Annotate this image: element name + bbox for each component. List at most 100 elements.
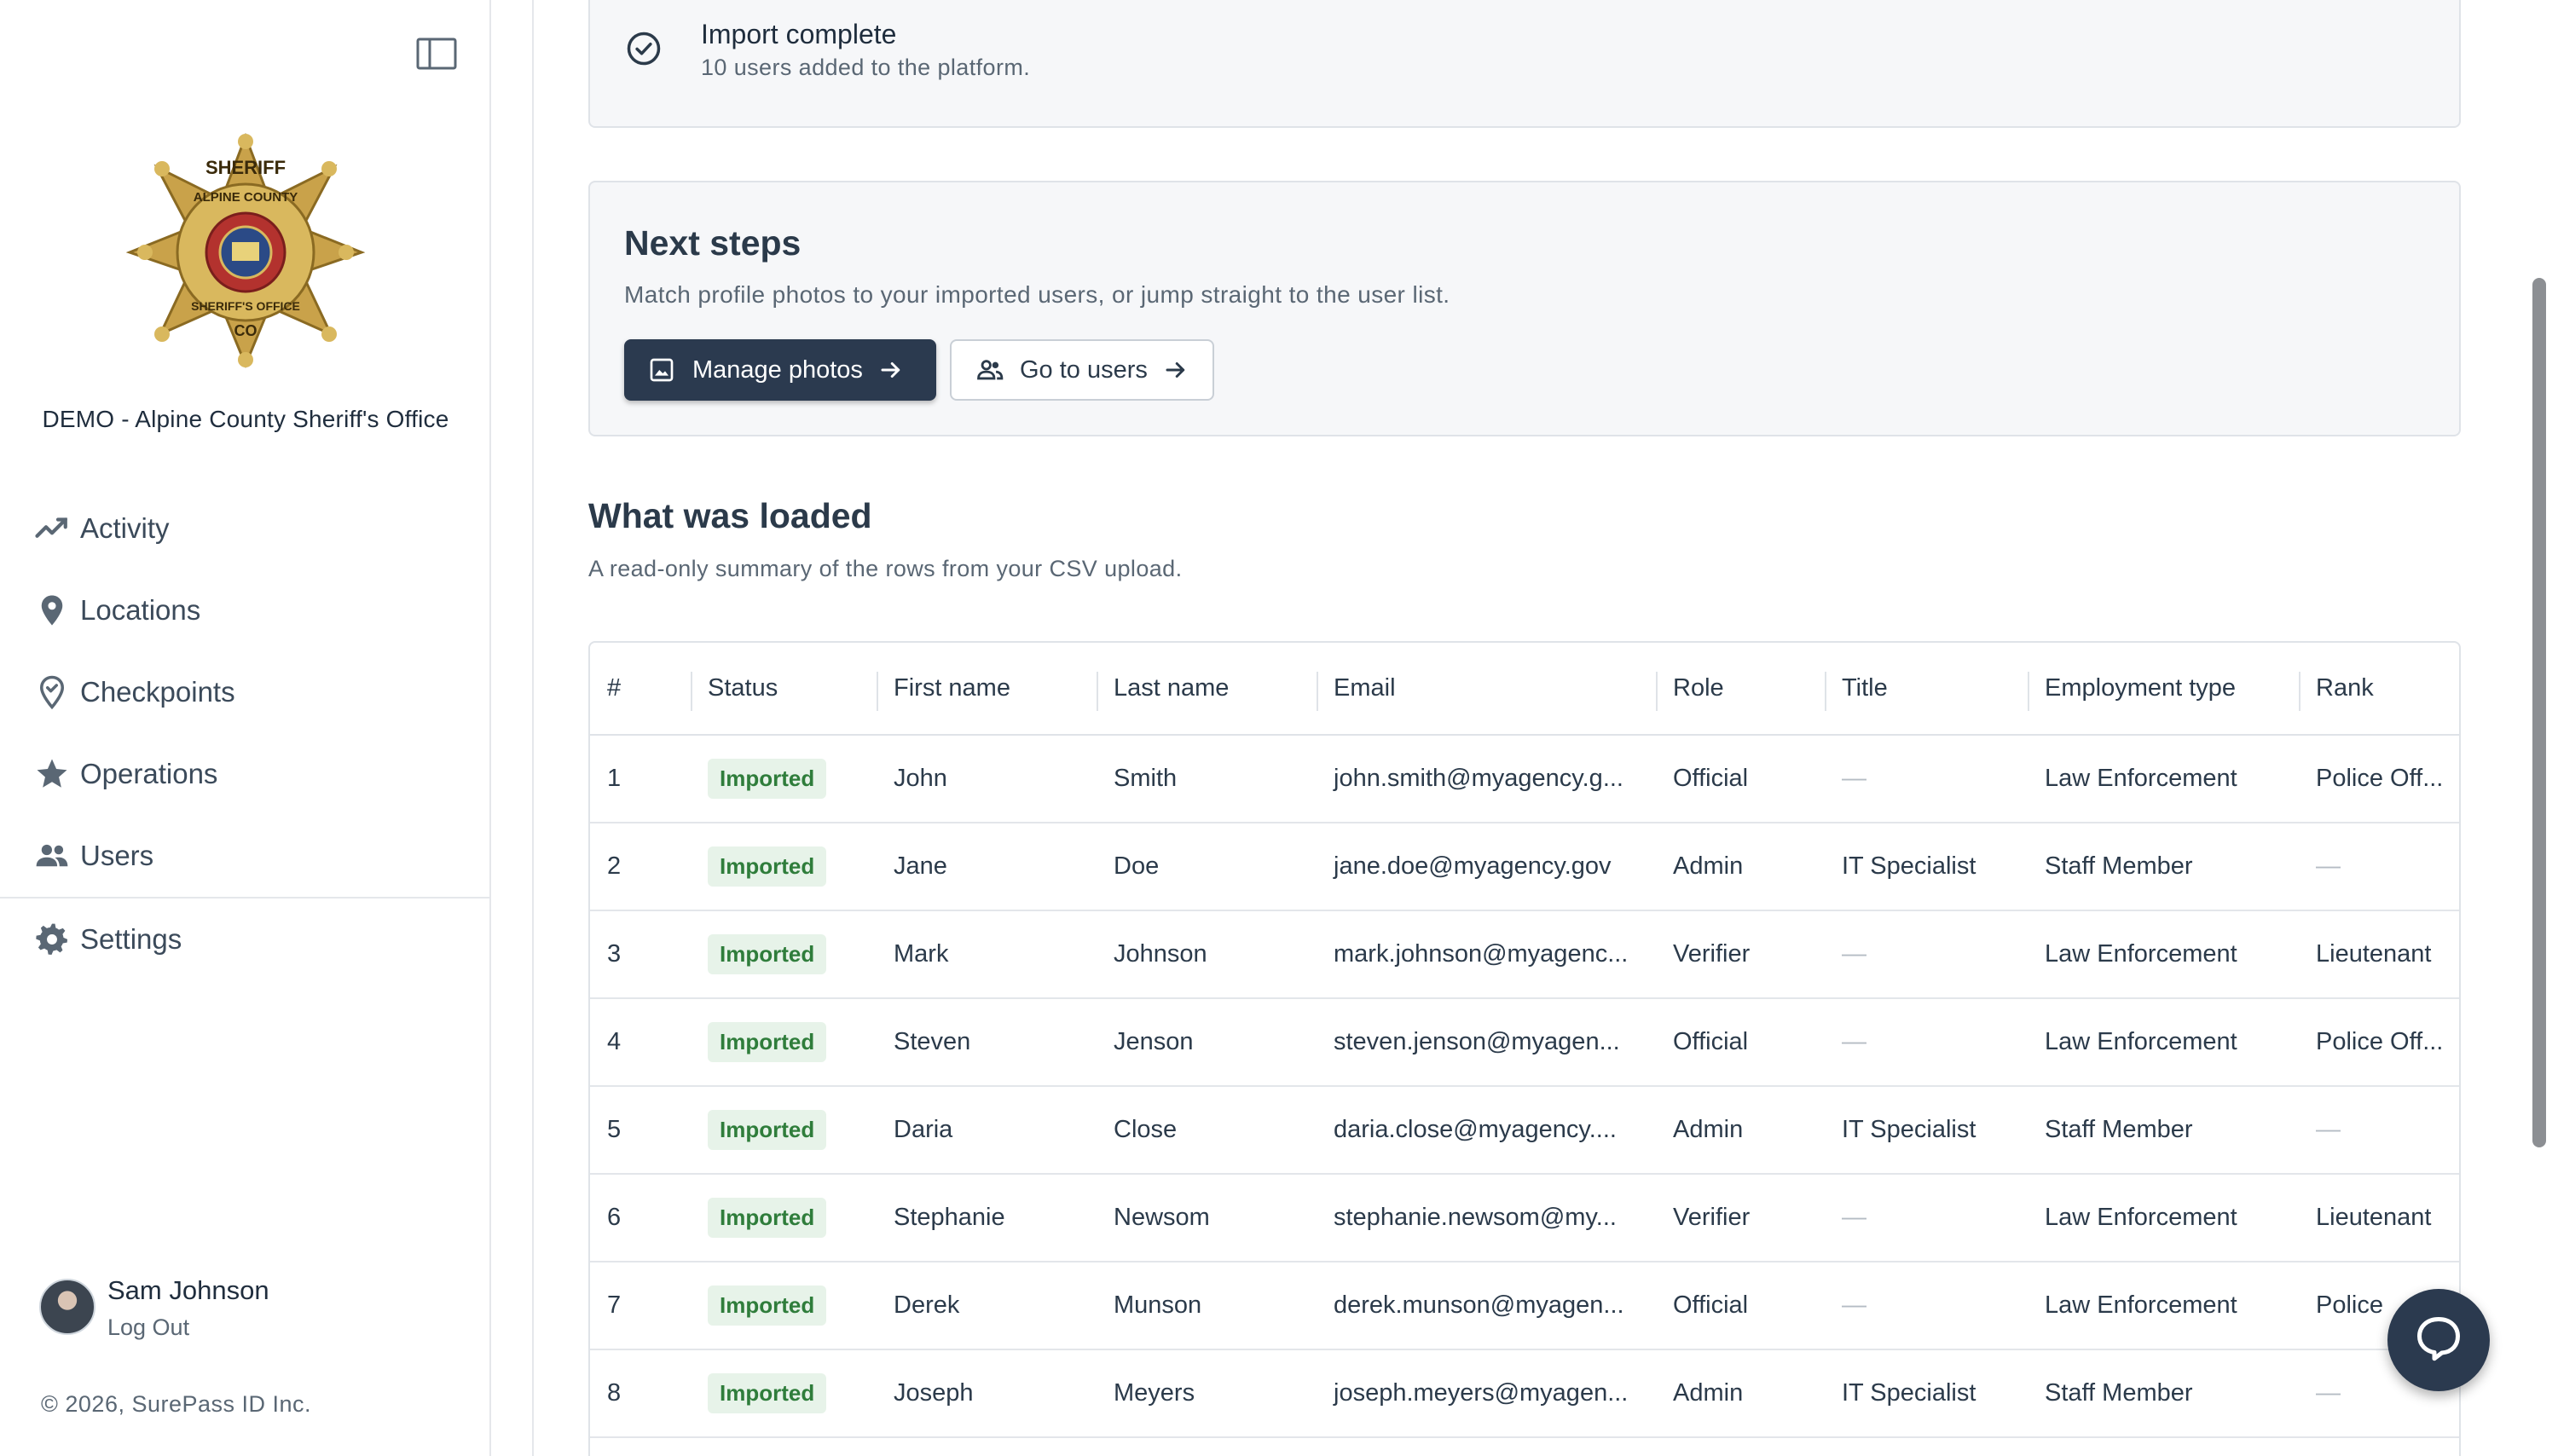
go-to-users-button[interactable]: Go to users [950,339,1214,401]
table-cell: Meyers [1097,1349,1317,1438]
table-cell: Imported [691,1174,877,1262]
sidebar-nav: Activity Locations Checkpoints Operation… [0,488,489,980]
table-row: 5 Imported Daria Close daria.close@myagency.… [590,1086,2459,1175]
table-cell: — [1825,1262,2028,1350]
table-cell: Staff Member [2028,823,2299,911]
table-cell: Imported [691,735,877,823]
table-cell: Doe [1097,823,1317,911]
column-header: Email [1317,643,1656,736]
users-icon [975,355,1004,384]
table-cell: Lieutenant [2299,1174,2459,1262]
table-cell: Imported [691,1349,877,1438]
scrollbar-thumb[interactable] [2532,278,2546,1147]
logout-link[interactable]: Log Out [107,1314,269,1341]
table-cell: Official [1656,1262,1825,1350]
column-header: Employment type [2028,643,2299,736]
table-cell: Staff Member [2028,1349,2299,1438]
table-row: 3 Imported Mark Johnson mark.johnson@myagenc… [590,910,2459,999]
loaded-section-title: What was loaded [588,496,872,535]
table-cell: Imported [691,1262,877,1350]
column-header: First name [877,643,1097,736]
table-cell: Verifier [1656,910,1825,999]
gear-icon [34,922,70,957]
sidebar-item-label: Settings [80,923,182,955]
table-cell: Derek [877,1262,1097,1350]
sidebar-item-label: Operations [80,758,218,789]
status-badge: Imported [708,1373,827,1413]
table-cell: Close [1097,1086,1317,1175]
table-cell: stephanie.newsom@my... [1317,1174,1656,1262]
next-steps-title: Next steps [624,223,802,263]
table-cell: — [1825,735,2028,823]
table-cell: — [2299,823,2459,911]
arrow-right-icon [1163,357,1189,383]
sidebar-item-users[interactable]: Users [0,815,489,897]
table-cell: Law Enforcement [2028,735,2299,823]
copyright: © 2026, SurePass ID Inc. [41,1391,312,1417]
table-cell: Steven [877,998,1097,1087]
table-cell: Imported [691,823,877,911]
status-badge: Imported [708,1022,827,1062]
table-cell: Law Enforcement [2028,1174,2299,1262]
org-name: DEMO - Alpine County Sheriff's Office [42,406,449,432]
star-icon [34,756,70,792]
table-cell: — [1825,998,2028,1087]
check-circle-icon [626,31,662,66]
main-content: Import complete 10 users added to the pl… [534,0,2512,1456]
next-steps-subtitle: Match profile photos to your imported us… [624,281,1450,308]
sidebar-item-locations[interactable]: Locations [0,569,489,651]
table-cell: John [877,735,1097,823]
help-chat-button[interactable] [2387,1289,2490,1391]
table-cell: Official [1656,998,1825,1087]
sidebar-item-operations[interactable]: Operations [0,733,489,815]
table-header-row: # Status First name Last name Email Role… [590,643,2459,736]
table-cell: Staff Member [2028,1086,2299,1175]
column-header: # [590,643,691,736]
status-badge: Imported [708,1286,827,1326]
table-row: 1 Imported John Smith john.smith@myagency.g.… [590,735,2459,823]
sidebar-item-settings[interactable]: Settings [0,898,489,980]
table-cell: derek.munson@myagen... [1317,1262,1656,1350]
table-cell: Admin [1656,1349,1825,1438]
avatar[interactable] [39,1279,95,1335]
table-cell: — [1825,1174,2028,1262]
table-cell: 5 [590,1086,691,1175]
column-header: Title [1825,643,2028,736]
table-cell: Admin [1656,1086,1825,1175]
image-icon [648,355,677,384]
go-to-users-label: Go to users [1020,355,1148,384]
sidebar-item-label: Locations [80,594,201,626]
manage-photos-button[interactable]: Manage photos [624,339,936,401]
chat-bubble-icon [2413,1313,2464,1368]
sidebar-item-activity[interactable]: Activity [0,488,489,569]
users-icon [34,838,70,874]
table-cell: Mark [877,910,1097,999]
table-cell: daria.close@myagency.... [1317,1086,1656,1175]
sidebar: SHERIFF ALPINE COUNTY SHERIFF'S OFFICE C… [0,0,491,1456]
table-row: 2 Imported Jane Doe jane.doe@myagency.gov Adm… [590,823,2459,911]
location-pin-icon [34,592,70,628]
table-cell: Munson [1097,1262,1317,1350]
table-cell: joseph.meyers@myagen... [1317,1349,1656,1438]
import-status-subtitle: 10 users added to the platform. [701,55,1031,80]
table-cell: Stephanie [877,1174,1097,1262]
table-cell: Law Enforcement [2028,998,2299,1087]
table-row: 6 Imported Stephanie Newsom stephanie.newsom… [590,1174,2459,1262]
sheriff-badge-logo: SHERIFF ALPINE COUNTY SHERIFF'S OFFICE C… [125,132,366,368]
sidebar-item-checkpoints[interactable]: Checkpoints [0,651,489,733]
column-header: Rank [2299,643,2459,736]
checkpoint-pin-icon [34,674,70,710]
table-cell: 7 [590,1262,691,1350]
import-complete-card: Import complete 10 users added to the pl… [588,0,2461,128]
loaded-section-subtitle: A read-only summary of the rows from you… [588,556,1183,581]
table-cell: john.smith@myagency.g... [1317,735,1656,823]
table-cell: 4 [590,998,691,1087]
status-badge: Imported [708,934,827,974]
table-cell: Imported [691,1086,877,1175]
user-profile: Sam Johnson Log Out [39,1275,269,1341]
column-header: Role [1656,643,1825,736]
content-gutter [491,0,534,1456]
sidebar-toggle-icon[interactable] [416,38,457,70]
table-cell: Law Enforcement [2028,910,2299,999]
table-cell: Daria [877,1086,1097,1175]
